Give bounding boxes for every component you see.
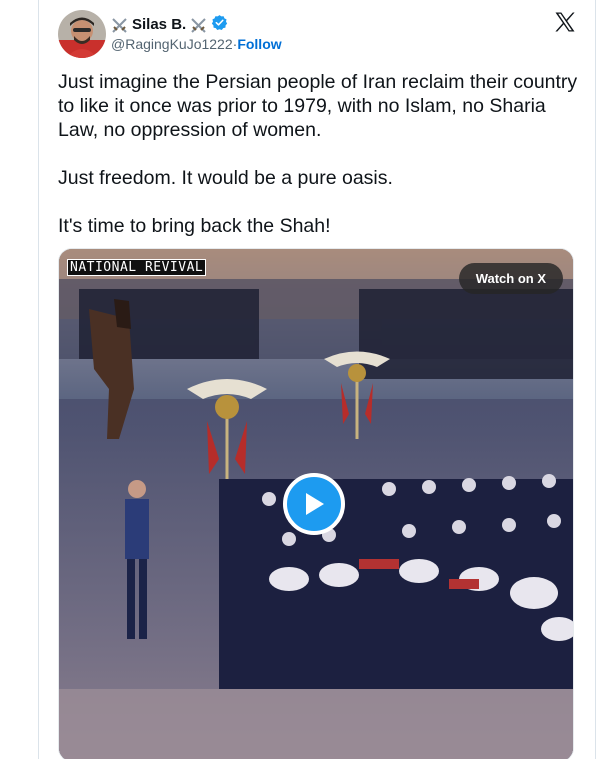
tweet-paragraph: It's time to bring back the Shah! bbox=[58, 215, 331, 237]
tweet-paragraph: Just imagine the Persian people of Iran … bbox=[58, 71, 583, 141]
page: Silas B. @RagingKuJo1222 · Follow Just i… bbox=[0, 0, 612, 759]
author-row: Silas B. bbox=[111, 14, 228, 36]
avatar[interactable] bbox=[58, 10, 106, 58]
play-button[interactable] bbox=[283, 473, 345, 535]
embedded-tweet-card[interactable]: Silas B. @RagingKuJo1222 · Follow Just i… bbox=[38, 0, 596, 759]
crossed-swords-icon bbox=[111, 17, 128, 34]
author-handle[interactable]: @RagingKuJo1222 bbox=[111, 36, 233, 53]
crossed-swords-icon bbox=[190, 17, 207, 34]
watch-on-x-button[interactable]: Watch on X bbox=[458, 263, 563, 294]
tweet-text: Just imagine the Persian people of Iran … bbox=[58, 70, 578, 262]
play-icon bbox=[306, 493, 324, 515]
video-caption: NATIONAL REVIVAL bbox=[67, 259, 207, 276]
verified-badge-icon bbox=[211, 14, 228, 36]
handle-row: @RagingKuJo1222 · Follow bbox=[111, 36, 282, 53]
x-logo-icon[interactable] bbox=[553, 10, 577, 34]
follow-link[interactable]: Follow bbox=[237, 36, 281, 53]
video-player[interactable]: NATIONAL REVIVAL Watch on X bbox=[58, 248, 574, 759]
author-name[interactable]: Silas B. bbox=[132, 16, 186, 34]
tweet-paragraph: Just freedom. It would be a pure oasis. bbox=[58, 167, 393, 189]
